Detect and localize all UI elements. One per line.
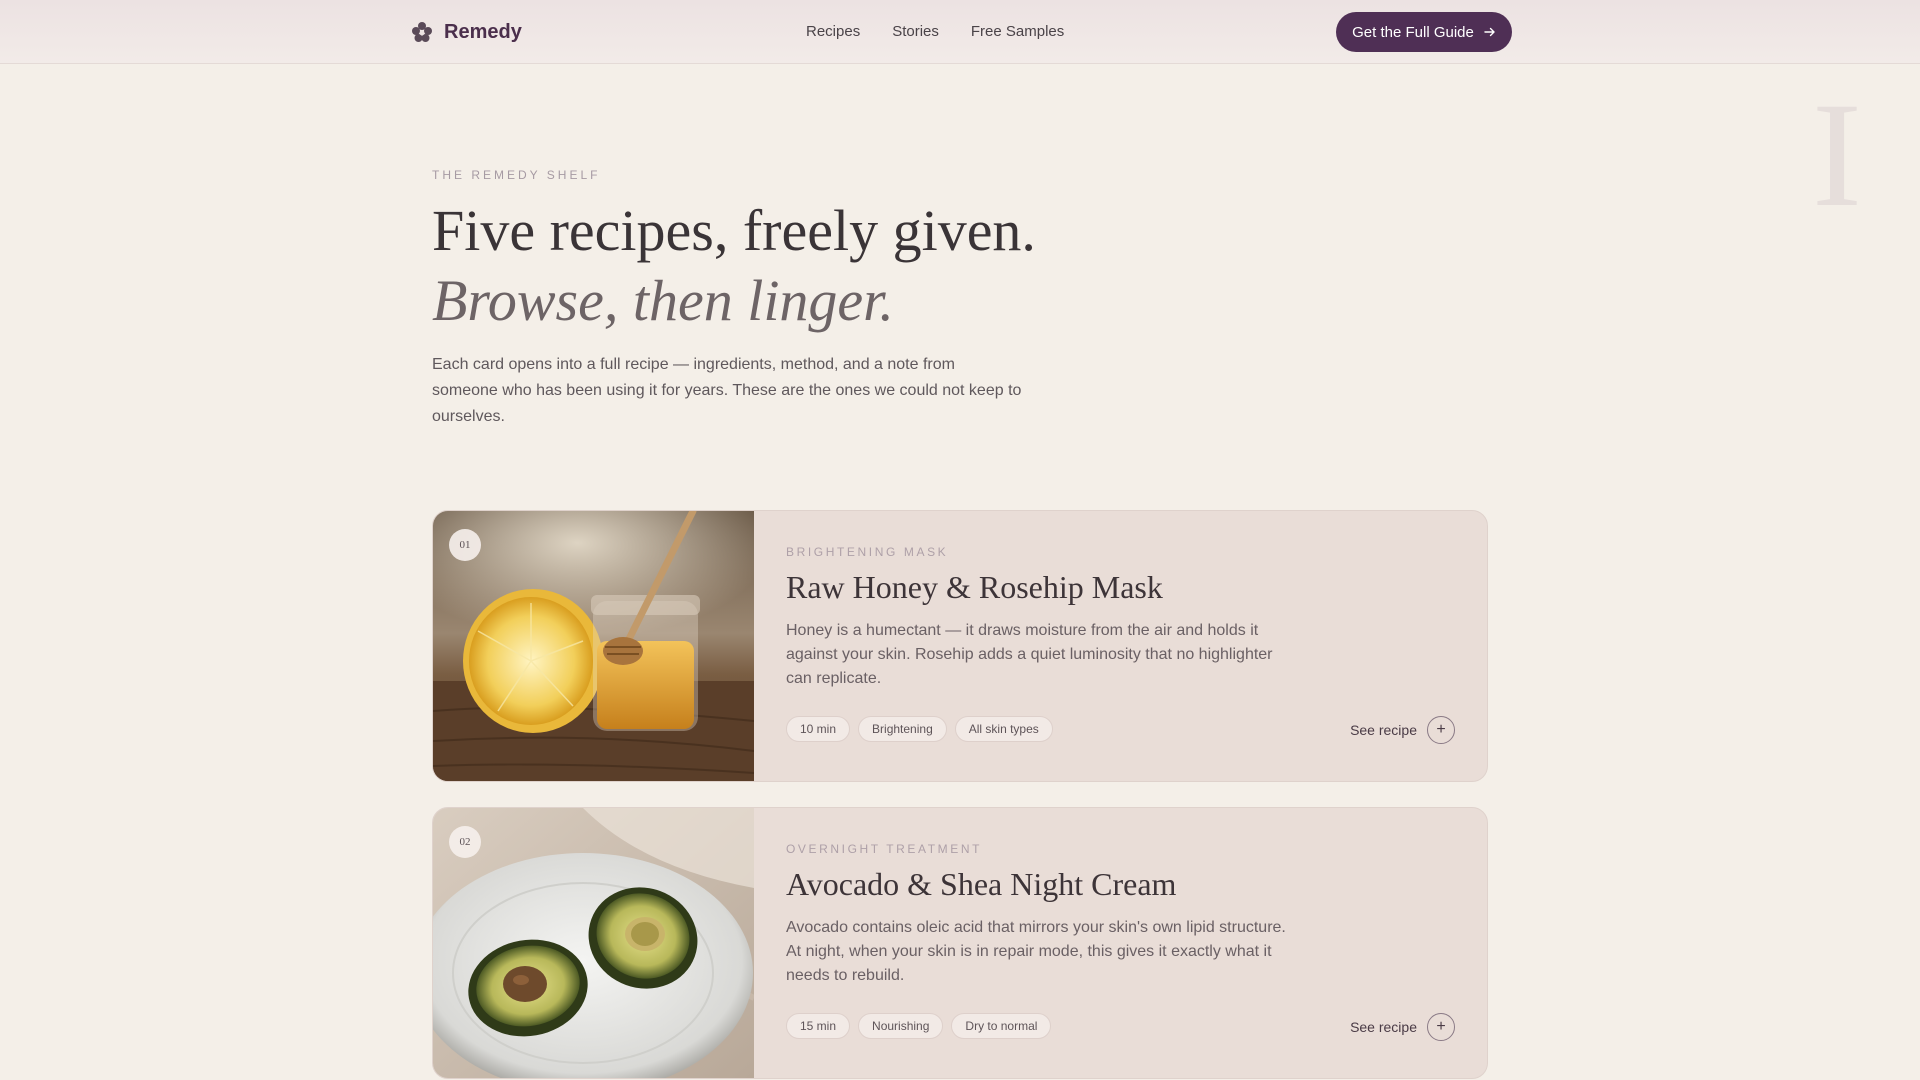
plus-icon[interactable]: + xyxy=(1427,1013,1455,1041)
nav-free-samples[interactable]: Free Samples xyxy=(971,22,1064,42)
recipe-card[interactable]: 02 OVERNIGHT TREATMENT Avocado & Shea Ni… xyxy=(432,807,1488,1079)
hero-description: Each card opens into a full recipe — ing… xyxy=(432,356,1022,425)
page-subtitle: Browse, then linger. xyxy=(432,268,894,333)
recipe-card[interactable]: 01 BRIGHTENING MASK Raw Honey & Rosehip … xyxy=(432,510,1488,782)
tag-time: 15 min xyxy=(786,1013,851,1039)
card-category: OVERNIGHT TREATMENT xyxy=(786,842,983,856)
card-tags: 10 min Brightening All skin types xyxy=(786,716,1053,742)
decorative-roman-numeral: I xyxy=(1812,72,1862,238)
see-recipe-label: See recipe xyxy=(1350,722,1417,738)
honey-lemon-image xyxy=(433,511,754,781)
card-description: Avocado contains oleic acid that mirrors… xyxy=(786,919,1286,984)
tag-skin-type: All skin types xyxy=(954,716,1053,742)
brand-link[interactable]: Remedy xyxy=(410,18,522,46)
card-number: 01 xyxy=(449,529,481,561)
tag-time: 10 min xyxy=(786,716,851,742)
card-category: BRIGHTENING MASK xyxy=(786,545,949,559)
card-title: Avocado & Shea Night Cream xyxy=(786,866,1177,902)
card-title: Raw Honey & Rosehip Mask xyxy=(786,569,1163,605)
main-nav: Recipes Stories Free Samples xyxy=(806,22,1064,42)
card-tags: 15 min Nourishing Dry to normal xyxy=(786,1013,1052,1039)
arrow-right-icon xyxy=(1484,27,1495,37)
avocado-plate-image xyxy=(433,808,754,1078)
nav-recipes[interactable]: Recipes xyxy=(806,22,860,42)
page-title: Five recipes, freely given. xyxy=(432,198,1036,263)
flower-logo-icon xyxy=(412,22,432,42)
hero-eyebrow: THE REMEDY SHELF xyxy=(432,168,601,182)
tag-benefit: Brightening xyxy=(858,716,947,742)
honey-lemon-photo: 01 xyxy=(433,511,754,781)
tag-benefit: Nourishing xyxy=(858,1013,944,1039)
plus-icon[interactable]: + xyxy=(1427,716,1455,744)
tag-skin-type: Dry to normal xyxy=(951,1013,1052,1039)
nav-stories[interactable]: Stories xyxy=(892,22,939,42)
card-number: 02 xyxy=(449,826,481,858)
get-full-guide-label: Get the Full Guide xyxy=(1352,23,1474,41)
get-full-guide-button[interactable]: Get the Full Guide xyxy=(1336,12,1512,52)
avocado-plate-photo: 02 xyxy=(433,808,754,1078)
see-recipe-button[interactable]: See recipe + xyxy=(1350,716,1455,744)
see-recipe-button[interactable]: See recipe + xyxy=(1350,1013,1455,1041)
see-recipe-label: See recipe xyxy=(1350,1019,1417,1035)
card-description: Honey is a humectant — it draws moisture… xyxy=(786,622,1273,687)
site-header: Remedy Recipes Stories Free Samples Get … xyxy=(0,0,1920,64)
brand-name: Remedy xyxy=(444,20,522,43)
